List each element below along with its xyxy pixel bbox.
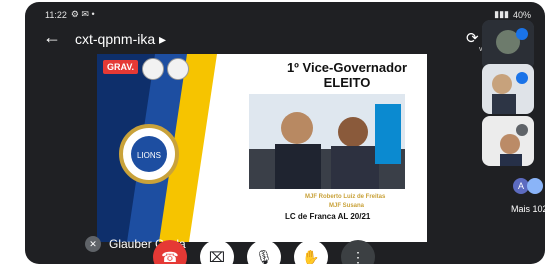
participant-tile[interactable] (482, 116, 534, 166)
seal-icon (142, 58, 164, 80)
shared-screen: LIONS GRAV. 1º Vice-Governador ELEITO MJ… (97, 54, 427, 242)
camera-toggle-button[interactable]: ⌧ (200, 240, 234, 264)
slide-caption: MJF Susana (329, 203, 365, 209)
participant-mic-off-icon (516, 124, 528, 136)
participant-audio-icon (516, 28, 528, 40)
svg-text:LIONS: LIONS (137, 151, 161, 160)
slide-title: 1º Vice-Governador (286, 60, 408, 75)
participant-avatar-icon (527, 178, 543, 194)
slide-subtitle: ELEITO (323, 75, 371, 90)
end-call-button[interactable]: ☎ (153, 240, 187, 264)
camera-switch-icon[interactable]: ⟳ (466, 29, 479, 47)
status-bar: 11:22 ⚙ ✉ • ▮▮▮ 40% (25, 2, 545, 24)
mic-off-icon: 🎙 (255, 248, 273, 265)
slide-photo (249, 94, 405, 189)
participant-video (482, 20, 534, 70)
mic-toggle-button[interactable]: 🎙 (247, 240, 281, 264)
slide-caption: MJF Roberto Luiz de Freitas (305, 194, 386, 200)
more-participants-label: Mais 102 (511, 204, 545, 214)
battery-percent: 40% (512, 9, 531, 20)
more-options-button[interactable]: ⋮ (341, 240, 375, 264)
chevron-right-icon: ▸ (159, 31, 167, 47)
raise-hand-button[interactable]: ✋ (294, 240, 328, 264)
status-icons: ⚙ ✉ • (70, 9, 95, 19)
camera-off-icon: ⌧ (208, 248, 226, 265)
back-arrow-icon[interactable]: ← (43, 28, 61, 46)
seal-icon (167, 58, 189, 80)
call-controls: ☎ ⌧ 🎙 ✋ ⋮ (153, 240, 375, 264)
signal-icon: ▮▮▮ (494, 9, 509, 19)
slide-footer: LC de Franca AL 20/21 (285, 212, 371, 221)
photo-image (249, 94, 405, 189)
more-participants-button[interactable]: A Mais 102 (507, 172, 545, 222)
mic-off-icon: ✕ (85, 236, 101, 252)
status-time: 11:22 (45, 9, 67, 20)
participant-tile[interactable] (482, 64, 534, 114)
participant-audio-icon (516, 72, 528, 84)
meeting-code[interactable]: cxt-qpnm-ika ▸ (75, 31, 166, 48)
more-vertical-icon: ⋮ (351, 248, 365, 265)
raise-hand-icon: ✋ (302, 248, 320, 265)
participant-tile[interactable] (482, 20, 534, 70)
recording-badge: GRAV. (103, 60, 139, 74)
participant-video (482, 64, 534, 114)
participant-video (482, 116, 534, 166)
phone-hangup-icon: ☎ (161, 248, 179, 265)
meeting-code-text: cxt-qpnm-ika (75, 31, 156, 47)
meeting-header: ← cxt-qpnm-ika ▸ ⟳ v.9 (25, 26, 545, 53)
device-screen: 11:22 ⚙ ✉ • ▮▮▮ 40% ← cxt-qpnm-ika ▸ ⟳ v… (25, 2, 545, 264)
